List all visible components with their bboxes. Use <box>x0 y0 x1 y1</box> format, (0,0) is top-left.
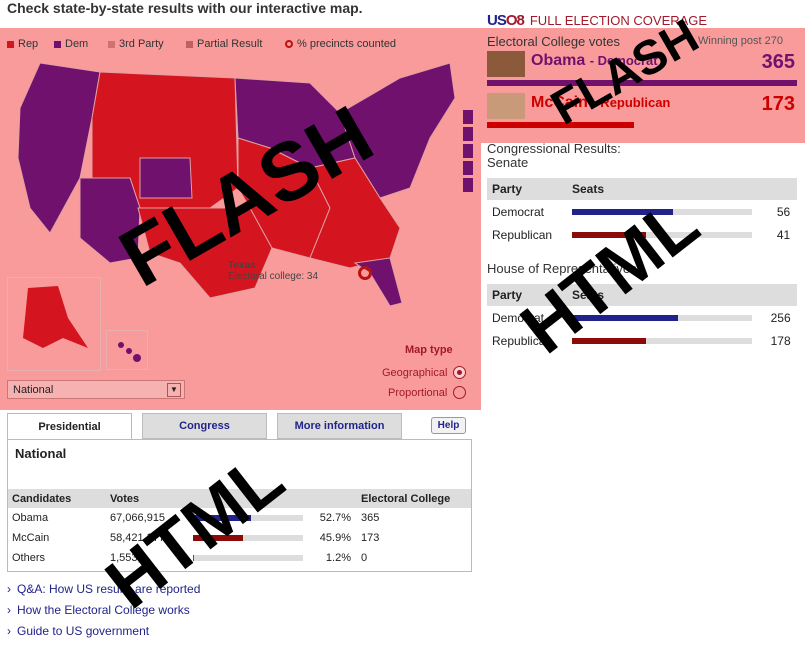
seats-cell: 41 <box>776 227 791 242</box>
legend-third-party: 3rd Party <box>108 38 164 50</box>
candidate-cell: McCain <box>12 532 50 544</box>
candidate-votes: 365 <box>761 51 795 73</box>
party-cell: Republican <box>492 227 553 242</box>
tooltip-ec: Electoral college: 34 <box>228 271 319 282</box>
legend-dem: Dem <box>54 38 88 50</box>
candidate-votes: 173 <box>761 93 795 115</box>
small-state-marker[interactable] <box>463 127 473 141</box>
legend-label: Dem <box>65 38 89 50</box>
seats-cell: 56 <box>776 204 791 219</box>
candidate-row-mccain: McCain - Republican 173 <box>487 93 797 133</box>
pct-cell: 1.2% <box>325 552 351 564</box>
option-proportional[interactable]: Proportional <box>388 387 447 399</box>
legend-label: 3rd Party <box>119 38 164 50</box>
map-type-label: Map type <box>405 344 453 356</box>
tooltip-state: Texas <box>228 260 256 271</box>
page-headline: Check state-by-state results with our in… <box>7 0 363 16</box>
col-party: Party <box>487 178 567 200</box>
col-electoral: Electoral College <box>357 489 471 508</box>
results-title: National <box>15 446 67 461</box>
col-candidates: Candidates <box>8 489 106 508</box>
dem-swatch <box>54 40 61 48</box>
obama-photo <box>487 51 525 77</box>
mccain-photo <box>487 93 525 119</box>
help-button[interactable]: Help <box>431 417 466 434</box>
congress-title: Congressional Results: <box>487 141 621 156</box>
candidate-cell: Others <box>12 552 46 564</box>
tab-more-information[interactable]: More information <box>277 413 402 439</box>
winning-post: Winning post 270 <box>698 35 783 47</box>
legend-label: Partial Result <box>197 38 263 50</box>
legend-label: Rep <box>18 38 39 50</box>
option-geographical[interactable]: Geographical <box>382 367 447 379</box>
chevron-down-icon[interactable]: ▼ <box>167 383 181 397</box>
seats-cell: 178 <box>770 333 791 348</box>
radio-proportional[interactable] <box>453 386 466 399</box>
seats-cell: 256 <box>770 310 791 325</box>
tab-congress[interactable]: Congress <box>142 413 267 439</box>
link-electoral-college[interactable]: How the Electoral College works <box>7 603 200 624</box>
third-party-swatch <box>108 40 115 48</box>
tab-presidential[interactable]: Presidential <box>7 413 132 439</box>
pct-cell: 45.9% <box>319 532 351 544</box>
electoral-heading: Electoral College votes <box>487 34 620 49</box>
pct-cell: 52.7% <box>319 512 351 524</box>
candidate-cell: Obama <box>12 512 49 524</box>
region-dropdown[interactable]: National ▼ <box>7 380 185 399</box>
legend-label: % precincts counted <box>297 38 397 50</box>
small-state-marker[interactable] <box>463 110 473 124</box>
partial-swatch <box>186 40 193 48</box>
small-state-marker[interactable] <box>463 178 473 192</box>
rep-swatch <box>7 40 14 48</box>
link-us-government[interactable]: Guide to US government <box>7 624 200 645</box>
small-state-marker[interactable] <box>463 161 473 175</box>
dropdown-value: National <box>13 384 54 396</box>
radio-geographical[interactable] <box>453 366 466 379</box>
congress-heading: Congressional Results: Senate <box>487 142 621 170</box>
us08-logo: USO8 <box>487 12 525 29</box>
table-row: Others 1,553,9 1.2% 0 <box>8 548 471 568</box>
alaska-inset[interactable] <box>7 277 101 371</box>
legend-rep: Rep <box>7 38 38 50</box>
ec-cell: 0 <box>361 552 368 564</box>
small-state-marker[interactable] <box>463 144 473 158</box>
ec-cell: 173 <box>361 532 380 544</box>
state-tooltip: Texas Electoral college: 34 <box>228 260 378 292</box>
legend-precincts: % precincts counted <box>285 38 396 50</box>
precinct-ring-icon <box>358 266 372 280</box>
hawaii-inset[interactable] <box>106 330 148 370</box>
ec-cell: 365 <box>361 512 380 524</box>
senate-title: Senate <box>487 155 529 170</box>
ring-icon <box>285 40 293 48</box>
legend-partial: Partial Result <box>186 38 262 50</box>
party-cell: Democrat <box>492 204 545 219</box>
electoral-bar-mccain <box>487 122 634 128</box>
